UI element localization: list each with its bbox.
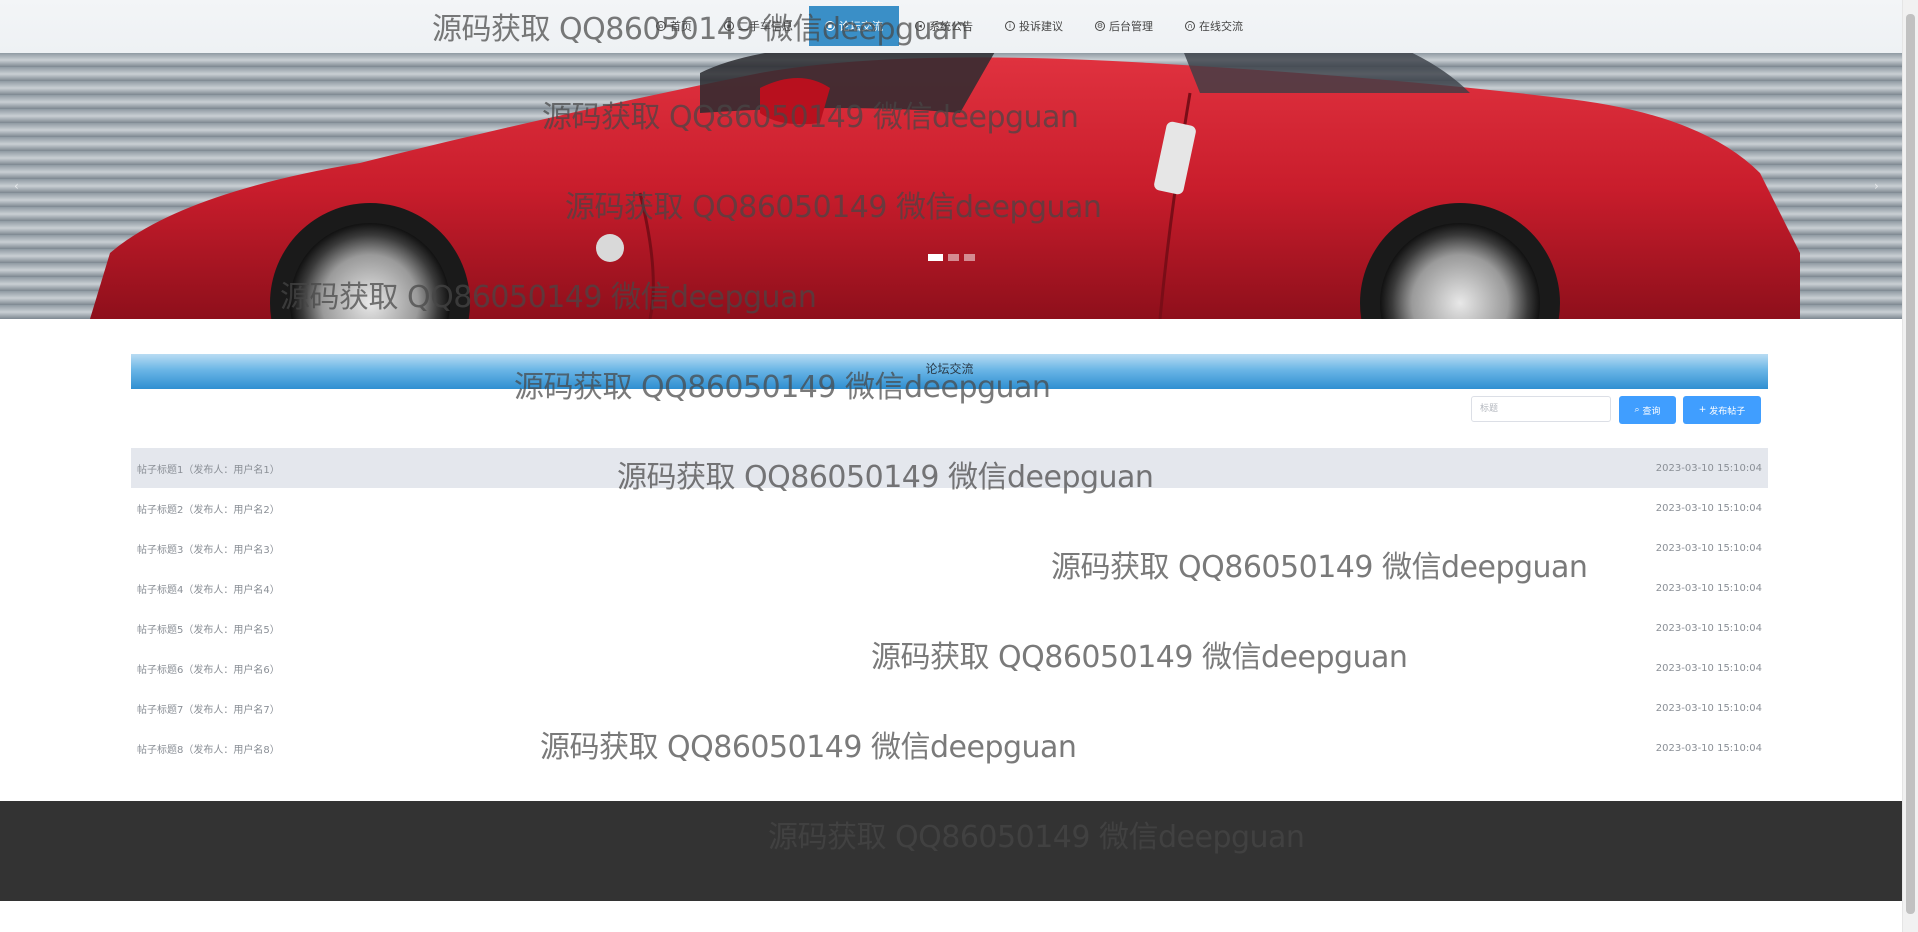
carousel-indicators [928,254,975,261]
nav-item-label: 二手车信息 [738,20,793,33]
nav-item-label: 系统公告 [929,20,973,33]
list-item[interactable]: 帖子标题7（发布人：用户名7） 2023-03-10 15:10:04 [131,688,1768,728]
carousel-prev-arrow[interactable]: ‹ [14,179,19,193]
page-scrollbar[interactable] [1902,0,1918,932]
post-time: 2023-03-10 15:10:04 [1655,622,1762,634]
forum-icon: ▪ [825,21,835,31]
headset-icon: ∩ [1185,21,1195,31]
post-time: 2023-03-10 15:10:04 [1655,582,1762,594]
nav-item-forum[interactable]: ▪ 论坛交流 [809,6,899,46]
post-time: 2023-03-10 15:10:04 [1655,462,1762,474]
carousel-dot[interactable] [948,254,959,261]
nav-item-label: 在线交流 [1199,20,1243,33]
list-item[interactable]: 帖子标题6（发布人：用户名6） 2023-03-10 15:10:04 [131,648,1768,688]
nav-item-label: 投诉建议 [1019,20,1063,33]
section-title-bar: 论坛交流 [131,354,1768,389]
nav-item-chat[interactable]: ∩ 在线交流 [1169,6,1259,46]
scrollbar-thumb[interactable] [1906,14,1915,914]
top-navigation-bar: ⌂ 首页 ▪ 二手车信息 ▪ 论坛交流 ◂ 系统公告 i 投诉建议 ⚙ 后台管理 [0,0,1902,53]
settings-icon: ⚙ [1095,21,1105,31]
section-title: 论坛交流 [925,362,974,376]
car-icon: ▪ [724,21,734,31]
search-button-label: 查询 [1642,406,1661,417]
nav-menu: ⌂ 首页 ▪ 二手车信息 ▪ 论坛交流 ◂ 系统公告 i 投诉建议 ⚙ 后台管理 [640,6,1259,46]
new-post-button[interactable]: + 发布帖子 [1683,396,1761,424]
megaphone-icon: ◂ [915,21,925,31]
nav-item-admin[interactable]: ⚙ 后台管理 [1079,6,1169,46]
list-item[interactable]: 帖子标题4（发布人：用户名4） 2023-03-10 15:10:04 [131,568,1768,608]
post-title[interactable]: 帖子标题2（发布人：用户名2） [137,501,280,516]
title-search-input[interactable] [1471,396,1611,422]
post-title[interactable]: 帖子标题6（发布人：用户名6） [137,661,280,676]
post-title[interactable]: 帖子标题5（发布人：用户名5） [137,621,280,636]
footer [0,801,1902,901]
list-item[interactable]: 帖子标题8（发布人：用户名8） 2023-03-10 15:10:04 [131,728,1768,768]
list-item[interactable]: 帖子标题3（发布人：用户名3） 2023-03-10 15:10:04 [131,528,1768,568]
nav-item-announcements[interactable]: ◂ 系统公告 [899,6,989,46]
new-post-button-label: 发布帖子 [1709,406,1746,417]
list-item[interactable]: 帖子标题2（发布人：用户名2） 2023-03-10 15:10:04 [131,488,1768,528]
list-item[interactable]: 帖子标题1（发布人：用户名1） 2023-03-10 15:10:04 [131,448,1768,488]
red-sports-car-image [90,53,1800,319]
post-title[interactable]: 帖子标题4（发布人：用户名4） [137,581,280,596]
post-title[interactable]: 帖子标题7（发布人：用户名7） [137,701,280,716]
nav-item-home[interactable]: ⌂ 首页 [640,6,708,46]
nav-item-used-cars[interactable]: ▪ 二手车信息 [708,6,809,46]
list-item[interactable]: 帖子标题5（发布人：用户名5） 2023-03-10 15:10:04 [131,608,1768,648]
post-time: 2023-03-10 15:10:04 [1655,662,1762,674]
nav-item-label: 论坛交流 [839,20,883,33]
search-button[interactable]: ⌕ 查询 [1619,396,1676,424]
post-time: 2023-03-10 15:10:04 [1655,502,1762,514]
post-list: 帖子标题1（发布人：用户名1） 2023-03-10 15:10:04 帖子标题… [131,448,1768,768]
plus-icon: + [1698,405,1707,415]
post-title[interactable]: 帖子标题1（发布人：用户名1） [137,461,280,476]
search-icon: ⌕ [1634,405,1640,415]
page: ⌂ 首页 ▪ 二手车信息 ▪ 论坛交流 ◂ 系统公告 i 投诉建议 ⚙ 后台管理 [0,0,1918,932]
nav-item-label: 后台管理 [1109,20,1153,33]
carousel-dot[interactable] [964,254,975,261]
post-title[interactable]: 帖子标题3（发布人：用户名3） [137,541,280,556]
nav-item-feedback[interactable]: i 投诉建议 [989,6,1079,46]
home-icon: ⌂ [656,21,666,31]
post-time: 2023-03-10 15:10:04 [1655,742,1762,754]
banner-carousel[interactable]: ‹ › [0,53,1902,319]
carousel-dot[interactable] [928,254,943,261]
post-time: 2023-03-10 15:10:04 [1655,702,1762,714]
carousel-next-arrow[interactable]: › [1874,179,1879,193]
post-title[interactable]: 帖子标题8（发布人：用户名8） [137,741,280,756]
info-icon: i [1005,21,1015,31]
post-time: 2023-03-10 15:10:04 [1655,542,1762,554]
nav-item-label: 首页 [670,20,692,33]
